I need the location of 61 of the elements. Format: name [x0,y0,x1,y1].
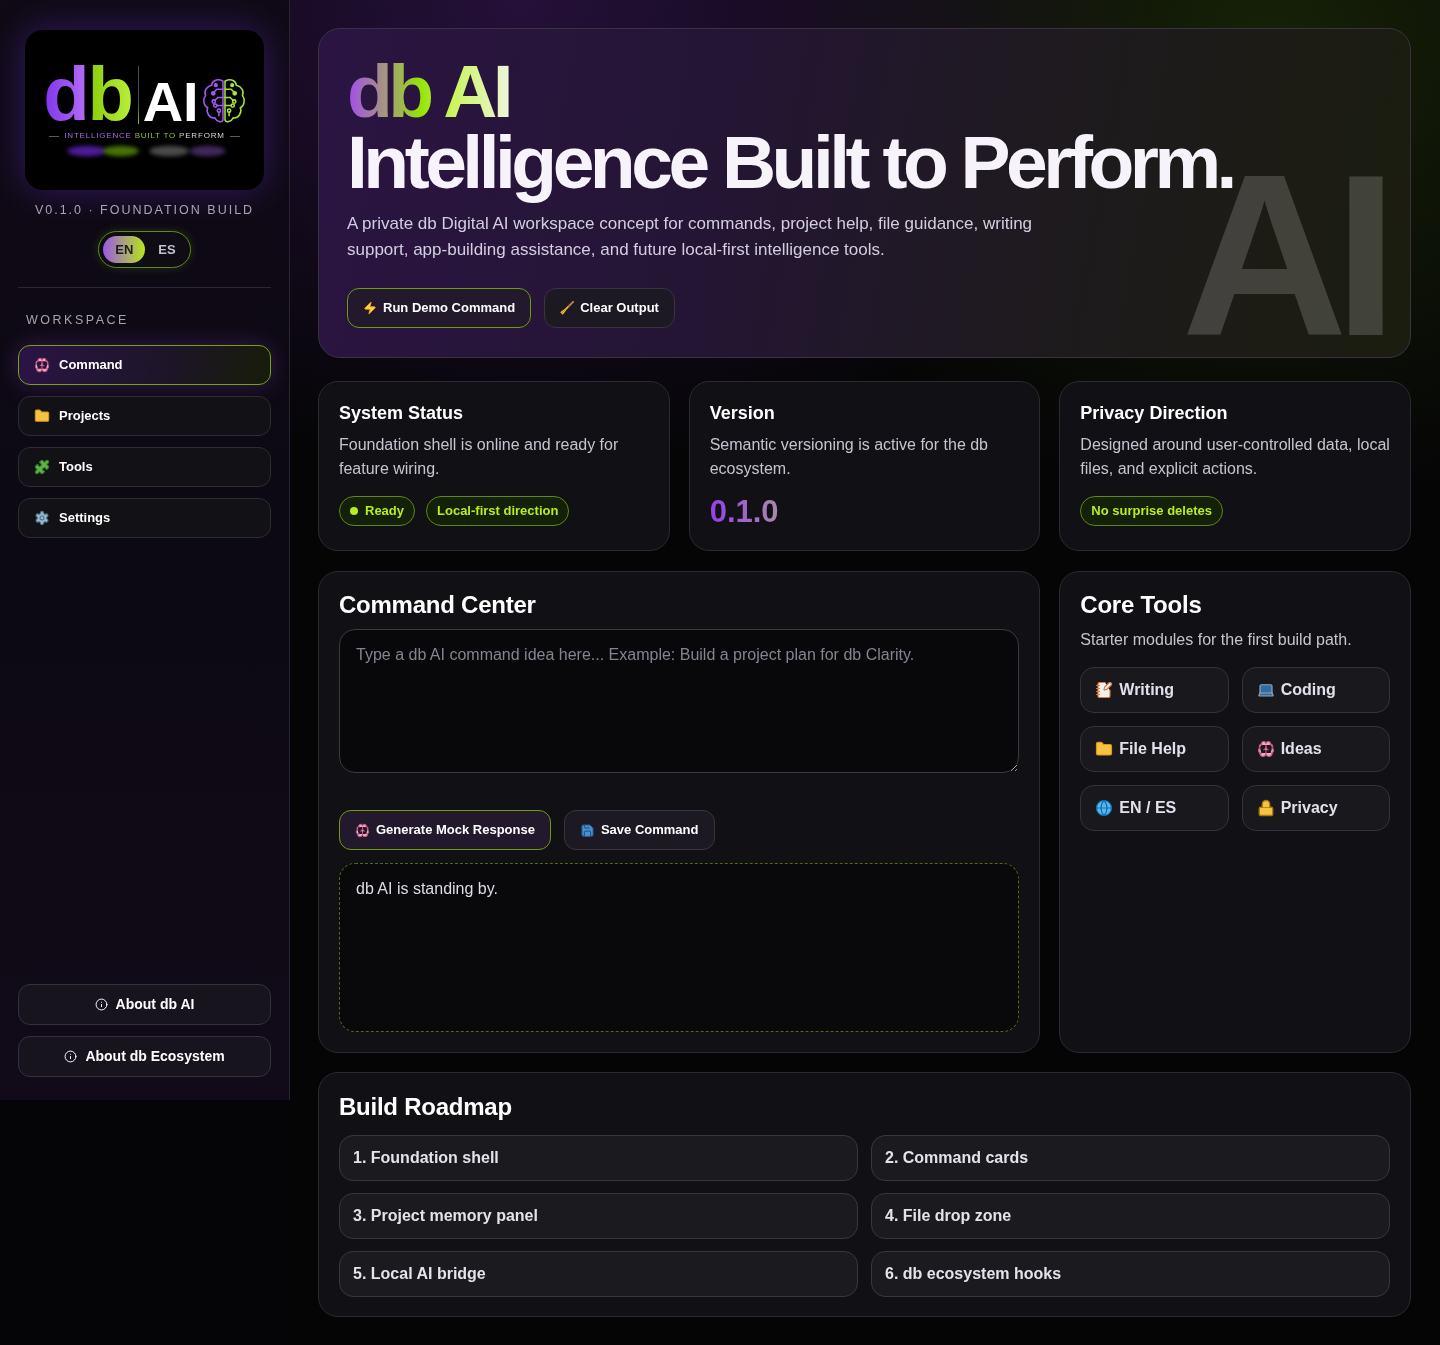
roadmap-item: 4. File drop zone [871,1193,1390,1239]
tag-badge: No surprise deletes [1080,496,1223,526]
language-option[interactable]: EN [103,236,146,263]
roadmap-item: 5. Local AI bridge [339,1251,858,1297]
nav-item[interactable]: Projects [18,396,271,436]
folder-icon [1095,740,1114,758]
lightning-icon [363,301,377,315]
card-description: Semantic versioning is active for the db ecosystem. [709,435,989,479]
tool-button[interactable]: Coding [1241,667,1390,713]
roadmap-item: 2. Command cards [871,1135,1390,1181]
tool-button[interactable]: File Help [1080,726,1229,772]
output-text: db AI is standing by. [356,879,499,899]
lock-icon [1256,799,1275,817]
tool-button[interactable]: Privacy [1241,785,1390,831]
card-title: Command Center [339,590,537,620]
folder-icon [34,408,50,424]
hero-description: A private db Digital AI workspace concept for commands, project help, file guidance, writing support, app-building assistance, and future local-first intelligence tools. [347,213,1034,261]
info-icon [94,998,108,1011]
brain-icon [355,822,370,838]
laptop-icon [1256,681,1275,699]
card-description: Starter modules for the first build path. [1080,630,1353,650]
save-command-button[interactable]: Save Command [563,810,715,850]
info-icon [64,1050,78,1063]
brain-icon [1256,740,1275,758]
brain-icon [34,357,50,373]
nav-item[interactable]: Command [18,345,271,385]
brain-circuit-icon [201,78,246,124]
run-demo-button[interactable]: Run Demo Command [347,288,532,328]
nav-item[interactable]: Settings [18,498,271,538]
roadmap-item: 6. db ecosystem hooks [871,1251,1390,1297]
language-option[interactable]: ES [148,236,186,263]
card-title: Version [709,402,776,425]
build-label: V0.1.0 · FOUNDATION BUILD [33,202,256,219]
tool-button[interactable]: Writing [1080,667,1229,713]
settings-icon [34,510,50,526]
about-button[interactable]: About db AI [18,984,271,1025]
clear-output-button[interactable]: Clear Output [544,288,675,328]
roadmap-item: 3. Project memory panel [339,1193,858,1239]
nav-item[interactable]: Tools [18,447,271,487]
section-label: WORKSPACE [25,312,130,328]
tool-button[interactable]: EN / ES [1080,785,1229,831]
notepad-pencil-icon [1095,681,1114,699]
roadmap-item: 1. Foundation shell [339,1135,858,1181]
save-icon [579,822,595,838]
generate-response-button[interactable]: Generate Mock Response [339,810,551,850]
puzzle-icon [34,459,50,475]
card-title: Core Tools [1080,590,1203,620]
card-title: System Status [339,402,465,425]
logo-wordmark: AI [142,80,199,124]
command-input[interactable]: Type a db AI command idea here... Example: Build a project plan for db Clarity. [339,629,1020,773]
logo-letters: db [43,64,134,124]
tool-button[interactable]: Ideas [1241,726,1390,772]
globe-icon [1095,799,1114,817]
about-button[interactable]: About db Ecosystem [18,1036,271,1077]
card-title: Build Roadmap [339,1092,513,1122]
tag-badge: Local-first direction [426,496,570,526]
status-badge: Ready [339,496,416,526]
card-description: Foundation shell is online and ready for feature wiring. [339,435,620,479]
card-title: Privacy Direction [1080,402,1229,425]
card-description: Designed around user-controlled data, local files, and explicit actions. [1080,435,1391,479]
broom-icon [560,301,575,315]
